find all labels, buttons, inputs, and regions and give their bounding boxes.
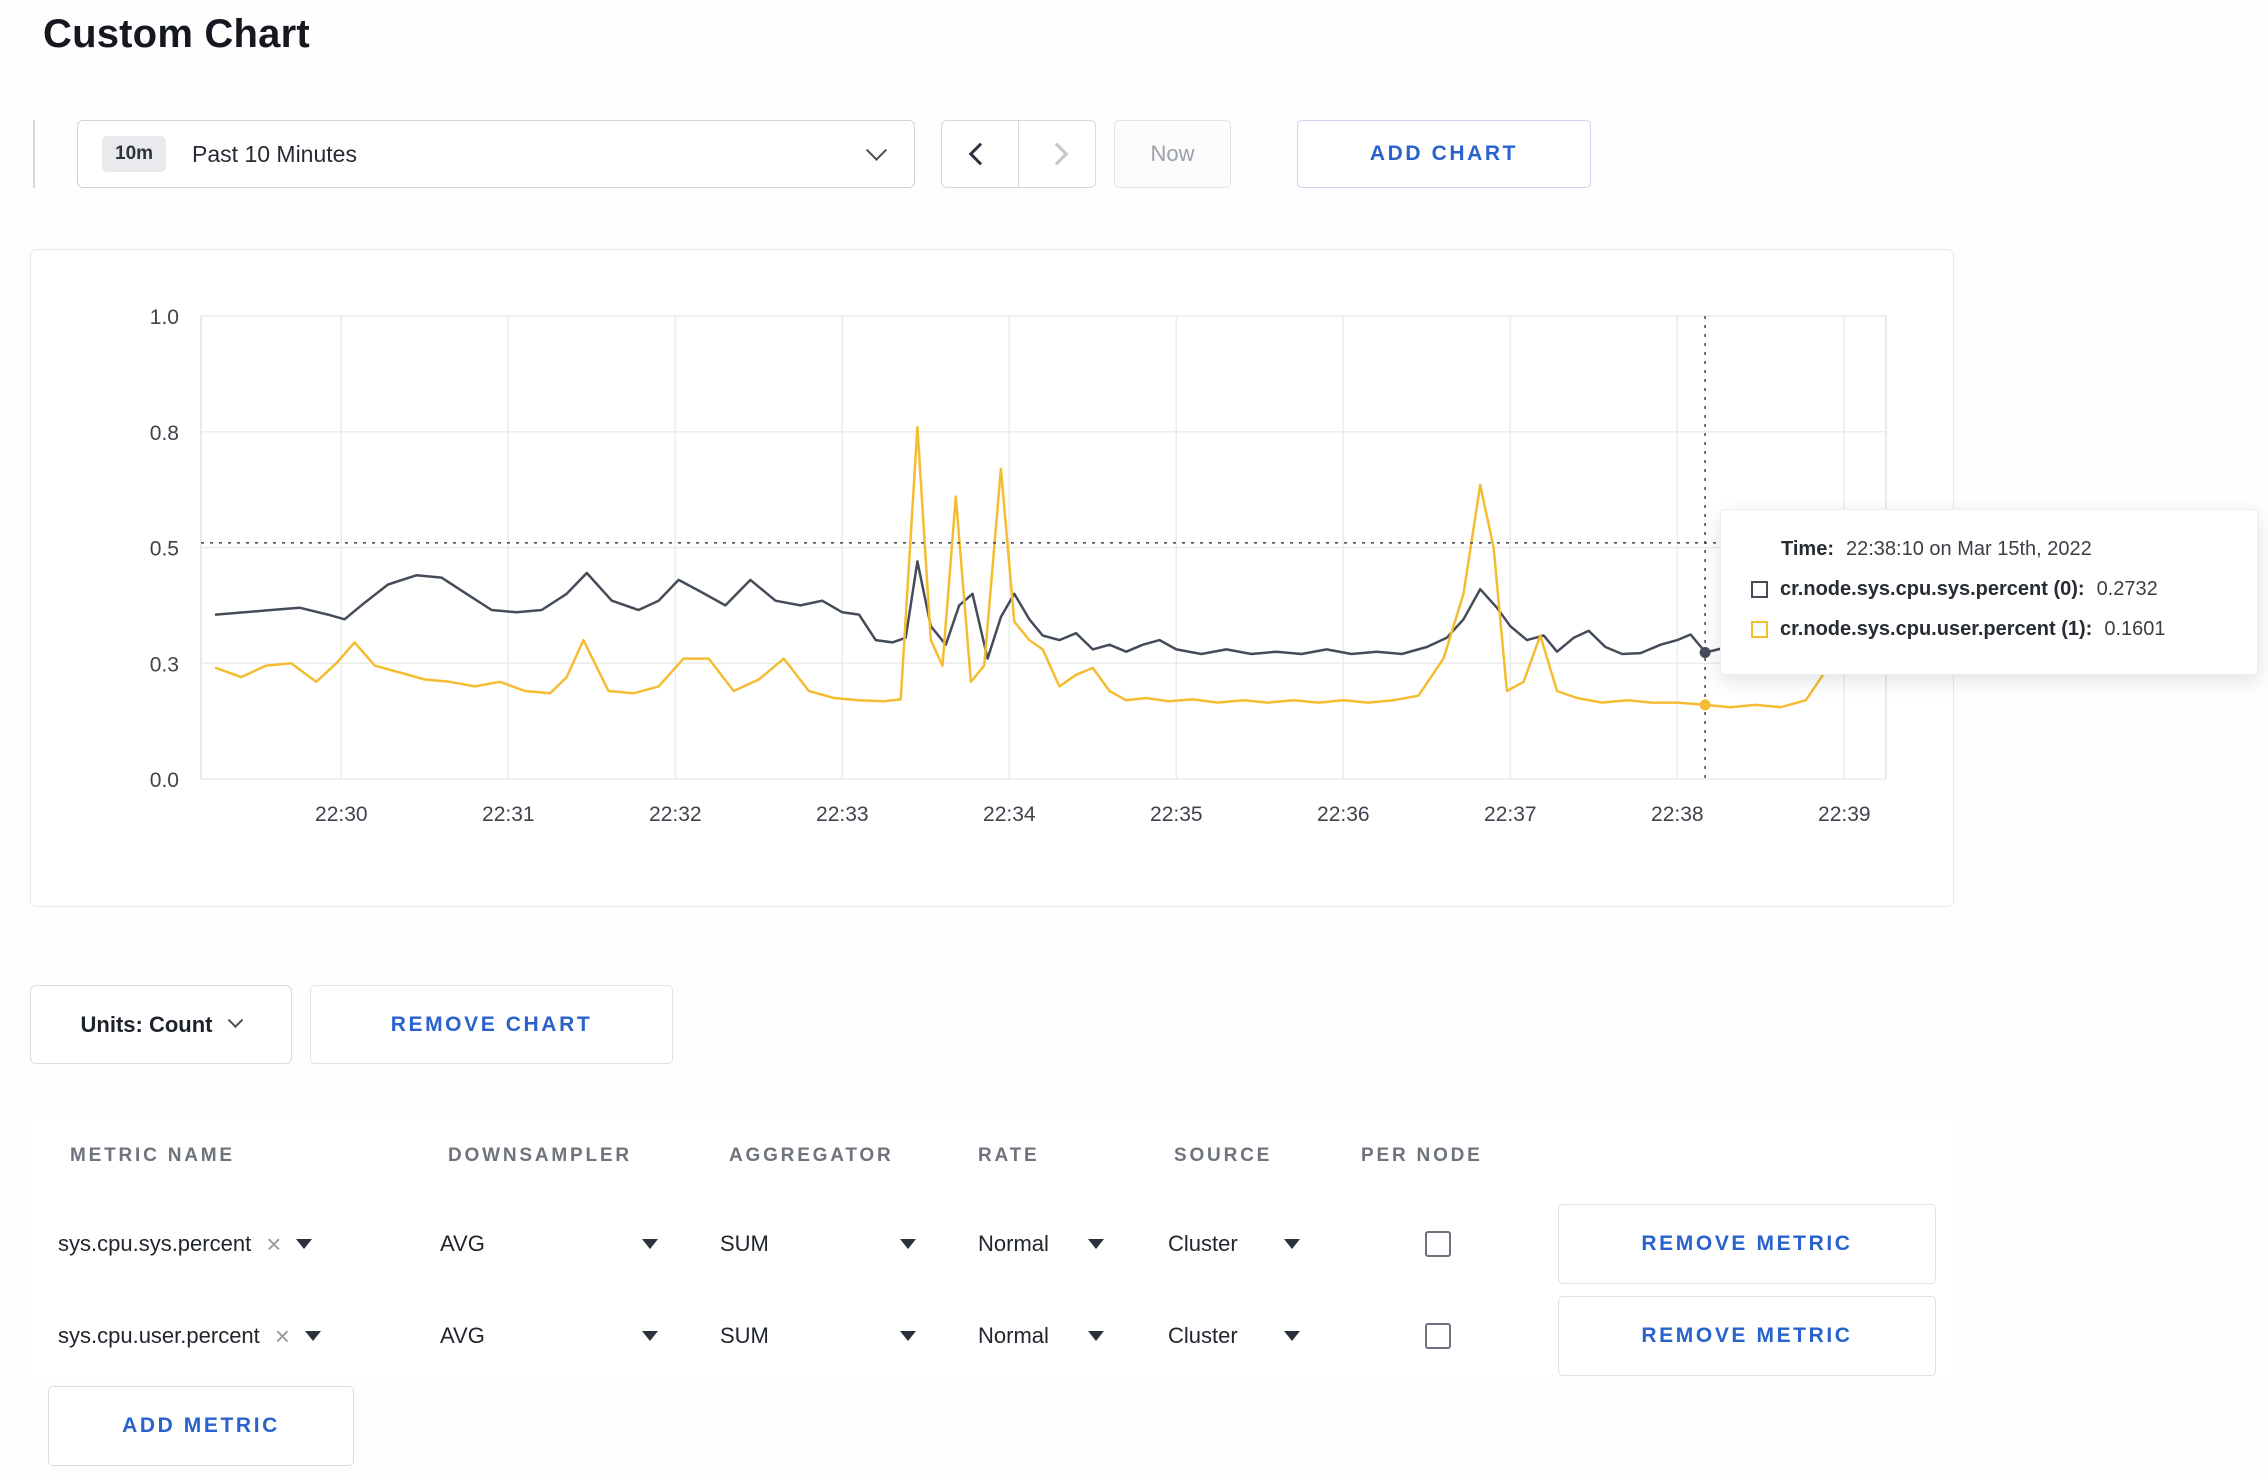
tooltip-series-row: cr.node.sys.cpu.sys.percent (0): 0.2732 (1751, 578, 2227, 601)
tooltip-time-value: 22:38:10 on Mar 15th, 2022 (1845, 538, 2092, 560)
caret-down-icon (1088, 1331, 1104, 1341)
caret-down-icon (1284, 1331, 1300, 1341)
sys-series-swatch-icon (1751, 581, 1768, 598)
tooltip-series-value: 0.2732 (2096, 578, 2158, 600)
chevron-left-icon (968, 142, 992, 166)
rate-select[interactable]: Normal (978, 1198, 1104, 1290)
time-nav-group (941, 120, 1096, 188)
now-button[interactable]: Now (1114, 120, 1231, 188)
units-select[interactable]: Units: Count (30, 985, 292, 1064)
svg-text:1.0: 1.0 (150, 306, 179, 329)
caret-down-icon (642, 1239, 658, 1249)
svg-text:0.3: 0.3 (150, 653, 179, 676)
remove-metric-button[interactable]: REMOVE METRIC (1558, 1296, 1936, 1376)
chart-tooltip: Time: 22:38:10 on Mar 15th, 2022 cr.node… (1720, 509, 2258, 675)
prev-time-button[interactable] (941, 120, 1019, 188)
metric-name-select[interactable]: sys.cpu.sys.percent × (58, 1198, 313, 1290)
svg-text:22:32: 22:32 (649, 803, 702, 826)
svg-text:22:39: 22:39 (1818, 803, 1871, 826)
tooltip-series-label: cr.node.sys.cpu.sys.percent (0): (1780, 578, 2085, 600)
units-label: Units: Count (80, 1011, 213, 1037)
header-aggregator: AGGREGATOR (729, 1145, 894, 1166)
caret-down-icon (304, 1331, 321, 1341)
metrics-table: METRIC NAME DOWNSAMPLER AGGREGATOR RATE … (30, 1117, 1954, 1382)
caret-down-icon (642, 1331, 658, 1341)
downsampler-select[interactable]: AVG (440, 1198, 658, 1290)
svg-text:22:38: 22:38 (1651, 803, 1704, 826)
time-range-badge: 10m (102, 136, 167, 172)
caret-down-icon (1088, 1239, 1104, 1249)
source-value: Cluster (1168, 1323, 1238, 1348)
time-range-label: Past 10 Minutes (192, 140, 357, 167)
tooltip-series-row: cr.node.sys.cpu.user.percent (1): 0.1601 (1751, 618, 2227, 641)
remove-metric-button[interactable]: REMOVE METRIC (1558, 1204, 1936, 1284)
svg-text:0.8: 0.8 (150, 422, 179, 445)
next-time-button[interactable] (1017, 120, 1096, 188)
svg-text:0.5: 0.5 (150, 538, 179, 561)
tooltip-series-value: 0.1601 (2104, 618, 2166, 640)
metric-name-value: sys.cpu.user.percent (58, 1323, 260, 1348)
add-chart-button[interactable]: ADD CHART (1297, 120, 1591, 188)
header-source: SOURCE (1174, 1145, 1273, 1166)
rate-select[interactable]: Normal (978, 1290, 1104, 1382)
clear-metric-icon[interactable]: × (275, 1323, 290, 1349)
header-downsampler: DOWNSAMPLER (448, 1145, 632, 1166)
aggregator-select[interactable]: SUM (720, 1290, 916, 1382)
aggregator-select[interactable]: SUM (720, 1198, 916, 1290)
svg-text:22:34: 22:34 (983, 803, 1036, 826)
metric-name-value: sys.cpu.sys.percent (58, 1231, 252, 1256)
clear-metric-icon[interactable]: × (266, 1231, 281, 1257)
chevron-down-icon (865, 139, 888, 161)
svg-text:0.0: 0.0 (150, 769, 179, 792)
caret-down-icon (296, 1239, 313, 1249)
metric-name-select[interactable]: sys.cpu.user.percent × (58, 1290, 321, 1382)
chart-svg[interactable]: 1.0 0.8 0.5 0.3 0.0 22:30 22:31 22:32 22:33 22:34… (31, 250, 1955, 908)
time-range-select[interactable]: 10m Past 10 Minutes (77, 120, 915, 188)
aggregator-value: SUM (720, 1323, 769, 1348)
downsampler-select[interactable]: AVG (440, 1290, 658, 1382)
page-title: Custom Chart (43, 12, 310, 56)
chevron-down-icon (228, 1012, 244, 1029)
per-node-checkbox[interactable] (1425, 1231, 1451, 1257)
per-node-checkbox[interactable] (1425, 1323, 1451, 1349)
add-metric-button[interactable]: ADD METRIC (48, 1386, 354, 1466)
svg-text:22:30: 22:30 (315, 803, 368, 826)
rate-value: Normal (978, 1323, 1049, 1348)
header-rate: RATE (978, 1145, 1040, 1166)
svg-text:22:35: 22:35 (1150, 803, 1203, 826)
metric-row: sys.cpu.user.percent × AVG SUM Normal Cl… (30, 1290, 1954, 1382)
tooltip-time-row: Time: 22:38:10 on Mar 15th, 2022 (1781, 538, 2227, 561)
header-metric-name: METRIC NAME (70, 1145, 235, 1166)
svg-text:22:37: 22:37 (1484, 803, 1537, 826)
custom-chart-page: Custom Chart 10m Past 10 Minutes Now ADD… (0, 0, 2268, 1478)
header-per-node: PER NODE (1361, 1145, 1483, 1166)
tooltip-time-label: Time: (1781, 538, 1834, 560)
downsampler-value: AVG (440, 1323, 485, 1348)
caret-down-icon (900, 1331, 916, 1341)
chevron-right-icon (1045, 142, 1068, 166)
tooltip-series-label: cr.node.sys.cpu.user.percent (1): (1780, 618, 2093, 640)
source-select[interactable]: Cluster (1168, 1290, 1300, 1382)
source-select[interactable]: Cluster (1168, 1198, 1300, 1290)
rate-value: Normal (978, 1231, 1049, 1256)
chart-panel: 1.0 0.8 0.5 0.3 0.0 22:30 22:31 22:32 22:33 22:34… (30, 249, 1954, 907)
user-series-swatch-icon (1751, 621, 1768, 638)
caret-down-icon (900, 1239, 916, 1249)
remove-chart-button[interactable]: REMOVE CHART (310, 985, 673, 1064)
metric-row: sys.cpu.sys.percent × AVG SUM Normal Clu… (30, 1198, 1954, 1290)
caret-down-icon (1284, 1239, 1300, 1249)
toolbar-divider (33, 120, 35, 188)
svg-text:22:33: 22:33 (816, 803, 869, 826)
svg-text:22:36: 22:36 (1317, 803, 1370, 826)
downsampler-value: AVG (440, 1231, 485, 1256)
source-value: Cluster (1168, 1231, 1238, 1256)
svg-text:22:31: 22:31 (482, 803, 535, 826)
aggregator-value: SUM (720, 1231, 769, 1256)
